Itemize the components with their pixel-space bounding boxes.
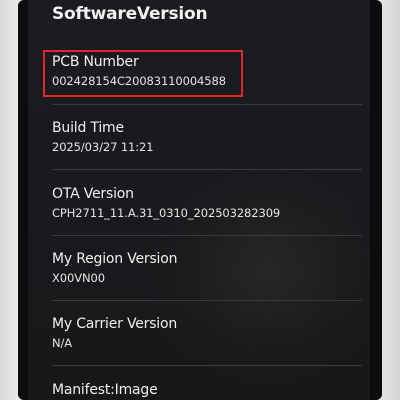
info-item-manifest-image[interactable]: Manifest:Image bbox=[28, 380, 370, 400]
info-item-value: X00VN00 bbox=[52, 271, 105, 285]
info-item-label: My Region Version bbox=[52, 251, 178, 267]
info-item-carrier-version[interactable]: My Carrier Version N/A bbox=[28, 314, 370, 378]
info-item-value: N/A bbox=[52, 336, 73, 350]
photo-background: SoftwareVersion PCB Number 002428154C200… bbox=[0, 0, 400, 400]
info-item-label: OTA Version bbox=[52, 186, 134, 202]
page-title: SoftwareVersion bbox=[52, 4, 208, 24]
highlight-box bbox=[43, 50, 243, 97]
divider bbox=[52, 365, 362, 366]
info-item-label: Build Time bbox=[52, 120, 124, 136]
info-item-value: CPH2711_11.A.31_0310_202503282309 bbox=[52, 206, 281, 220]
divider bbox=[52, 300, 362, 301]
paper-edge bbox=[0, 0, 18, 400]
divider bbox=[52, 169, 362, 170]
divider bbox=[52, 104, 362, 105]
info-item-region-version[interactable]: My Region Version X00VN00 bbox=[28, 249, 370, 313]
info-item-value: 2025/03/27 11:21 bbox=[52, 140, 154, 154]
divider bbox=[52, 235, 362, 236]
info-item-build-time[interactable]: Build Time 2025/03/27 11:21 bbox=[28, 118, 370, 182]
info-item-ota-version[interactable]: OTA Version CPH2711_11.A.31_0310_2025032… bbox=[28, 184, 370, 248]
info-item-label: Manifest:Image bbox=[52, 382, 158, 398]
info-item-label: My Carrier Version bbox=[52, 316, 178, 332]
